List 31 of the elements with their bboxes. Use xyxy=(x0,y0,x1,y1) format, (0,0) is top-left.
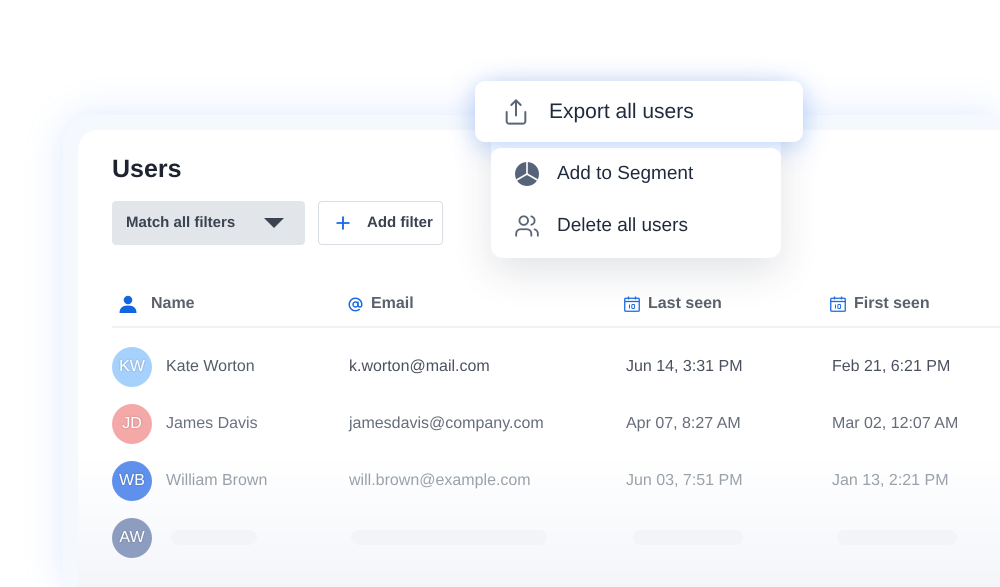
match-filter-select[interactable]: Match all filters xyxy=(112,201,305,245)
last-seen-date: Jun 14, 3:31 PM xyxy=(625,356,743,376)
user-email: will.brown@example.com xyxy=(348,470,531,490)
column-header: Name xyxy=(151,294,195,314)
calendar-icon xyxy=(624,296,640,312)
person-icon xyxy=(119,295,137,313)
first-seen-date: Feb 21, 6:21 PM xyxy=(831,356,950,376)
calendar-icon xyxy=(830,296,846,312)
add-filter-button[interactable]: Add filter xyxy=(318,201,443,245)
at-sign-icon xyxy=(348,296,363,312)
pie-chart-icon xyxy=(514,161,540,187)
column-header: Email xyxy=(371,294,414,314)
first-seen-date: Jan 13, 2:21 PM xyxy=(831,470,949,490)
user-email: jamesdavis@company.com xyxy=(348,414,544,434)
avatar-initials: AW xyxy=(119,528,145,548)
column-header: First seen xyxy=(854,294,930,314)
avatar-initials: KW xyxy=(119,356,145,376)
users-icon xyxy=(514,213,540,239)
column-header: Last seen xyxy=(648,294,722,314)
first-seen-date: Mar 02, 12:07 AM xyxy=(831,414,958,434)
user-name: William Brown xyxy=(166,470,268,490)
user-name: James Davis xyxy=(166,414,258,434)
avatar-initials: WB xyxy=(119,470,145,490)
page-title: Users xyxy=(112,154,182,185)
caret-icon xyxy=(264,218,284,228)
last-seen-date: Jun 03, 7:51 PM xyxy=(625,470,743,490)
user-name: Kate Worton xyxy=(166,356,255,376)
avatar-initials: JD xyxy=(122,414,142,434)
user-email: k.worton@mail.com xyxy=(348,356,490,376)
menu-item[interactable]: Export all users xyxy=(475,81,803,142)
last-seen-date: Apr 07, 8:27 AM xyxy=(625,414,741,434)
